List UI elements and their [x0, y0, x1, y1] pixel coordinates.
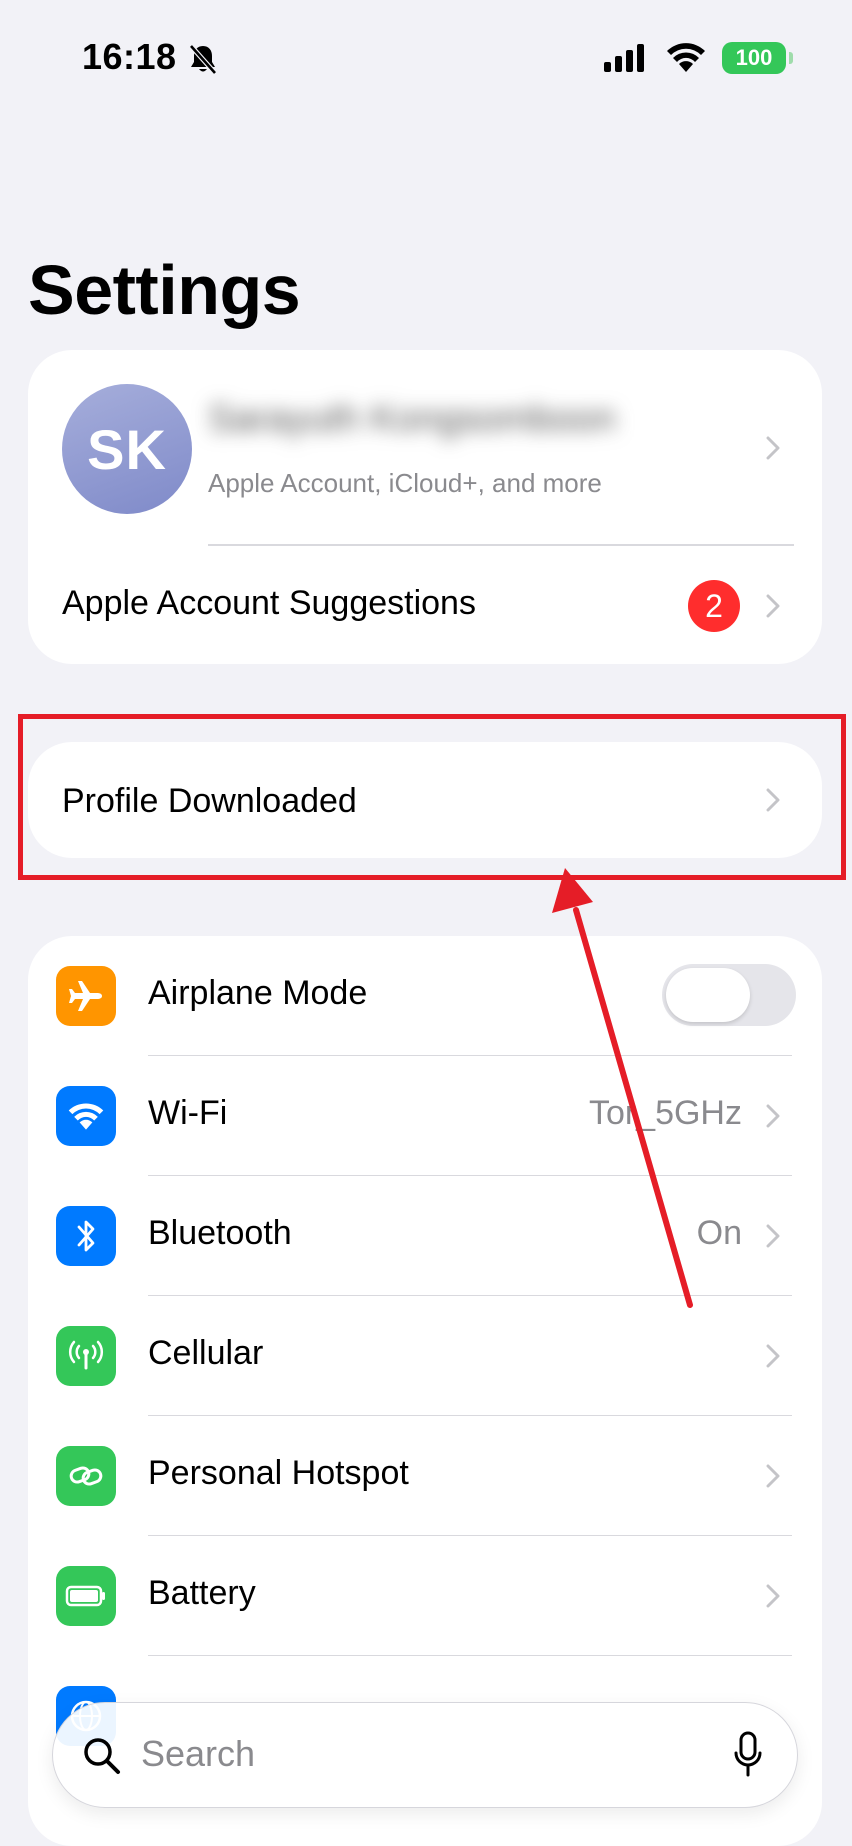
page-title: Settings	[28, 251, 301, 329]
annotation-highlight-box	[18, 714, 846, 880]
chevron-right-icon	[766, 1584, 780, 1608]
setting-label: Airplane Mode	[148, 974, 368, 1012]
chevron-right-icon	[766, 1224, 780, 1248]
chevron-right-icon	[766, 1104, 780, 1128]
search-bar[interactable]	[52, 1702, 798, 1808]
avatar: SK	[62, 384, 192, 514]
setting-label: Bluetooth	[148, 1214, 292, 1252]
microphone-icon[interactable]	[733, 1731, 763, 1779]
setting-row-personal-hotspot[interactable]: Personal Hotspot	[28, 1416, 822, 1536]
battery-nub	[789, 52, 793, 64]
airplane-mode-toggle[interactable]	[662, 964, 796, 1026]
setting-row-cellular[interactable]: Cellular	[28, 1296, 822, 1416]
wifi-icon	[664, 40, 708, 74]
chevron-right-icon	[766, 1464, 780, 1488]
setting-label: Wi-Fi	[148, 1094, 228, 1132]
status-bar: 16:18 100	[0, 0, 852, 110]
chevron-right-icon	[766, 436, 780, 460]
cellular-signal-icon	[602, 44, 650, 74]
setting-row-bluetooth[interactable]: Bluetooth On	[28, 1176, 822, 1296]
account-name-blurred: Sarayuth Kongsomboon	[208, 398, 616, 440]
battery-icon	[56, 1566, 116, 1626]
setting-value: On	[696, 1214, 742, 1252]
settings-screen: 16:18 100 Settings SK Sarayuth Kongsombo…	[0, 0, 852, 1846]
setting-label: Battery	[148, 1574, 256, 1612]
setting-value: Tor_5GHz	[588, 1094, 742, 1132]
account-card: SK Sarayuth Kongsomboon Apple Account, i…	[28, 350, 822, 664]
hotspot-link-icon	[56, 1446, 116, 1506]
search-icon	[81, 1735, 123, 1777]
bluetooth-icon	[56, 1206, 116, 1266]
cellular-antenna-icon	[56, 1326, 116, 1386]
status-time: 16:18	[82, 36, 177, 77]
wifi-icon	[56, 1086, 116, 1146]
airplane-icon	[56, 966, 116, 1026]
account-suggestions-label: Apple Account Suggestions	[62, 584, 476, 622]
toggle-knob	[666, 968, 750, 1022]
account-suggestions-row[interactable]: Apple Account Suggestions 2	[28, 546, 822, 664]
account-subtitle: Apple Account, iCloud+, and more	[208, 468, 602, 498]
setting-label: Personal Hotspot	[148, 1454, 409, 1492]
battery-indicator: 100	[722, 42, 786, 74]
bell-slash-icon	[186, 42, 220, 76]
setting-row-airplane-mode[interactable]: Airplane Mode	[28, 936, 822, 1056]
setting-row-wifi[interactable]: Wi-Fi Tor_5GHz	[28, 1056, 822, 1176]
notification-badge: 2	[688, 580, 740, 632]
chevron-right-icon	[766, 1344, 780, 1368]
search-input[interactable]	[141, 1733, 661, 1775]
chevron-right-icon	[766, 594, 780, 618]
setting-row-battery[interactable]: Battery	[28, 1536, 822, 1656]
account-row[interactable]: SK Sarayuth Kongsomboon Apple Account, i…	[28, 350, 822, 544]
setting-label: Cellular	[148, 1334, 264, 1372]
